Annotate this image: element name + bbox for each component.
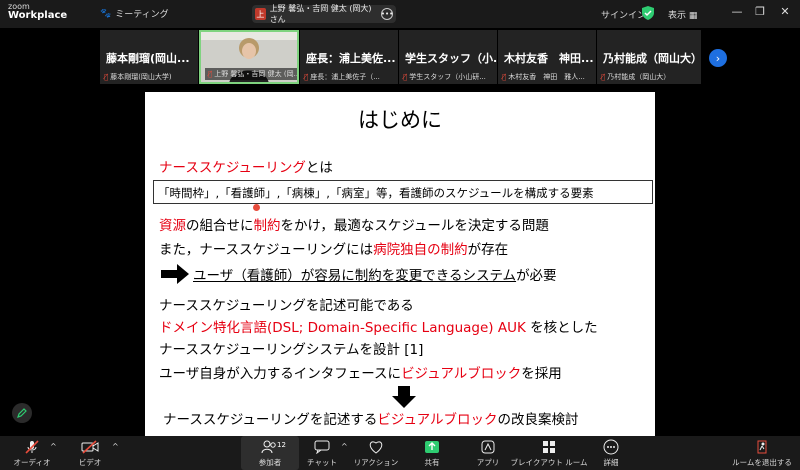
mic-muted-icon: 🎙̸ [601, 73, 606, 81]
paw-icon: 🐾 [100, 8, 112, 19]
share-button[interactable]: 共有 [402, 439, 462, 468]
signin-link[interactable]: サインイン [601, 8, 646, 21]
mic-muted-icon: 🎙̸ [304, 73, 309, 81]
participants-label: 参加者 [258, 458, 282, 467]
speaker-initial-avatar: 上 [255, 8, 266, 20]
participant-label: 🎙̸ 乃村能成（岡山大） [601, 73, 671, 81]
participants-button[interactable]: 参加者 12 [241, 436, 299, 470]
breakout-grid-icon [542, 439, 556, 455]
mic-muted-icon [24, 439, 40, 455]
grid-icon: ▦ [688, 11, 698, 21]
slide-title: はじめに [358, 108, 442, 132]
audio-caret-icon[interactable]: ^ [50, 442, 57, 451]
slide-line: ナーススケジューリングを記述可能である [159, 298, 414, 314]
apps-label: アプリ [476, 458, 500, 467]
audio-label: オーディオ [13, 458, 51, 467]
leave-label: ルームを退出する [732, 458, 792, 467]
slide-definition-box: 「時間枠」,「看護師」,「病棟」,「病室」等，看護師のスケジュールを構成する要素 [153, 180, 653, 204]
more-button[interactable]: 詳細 [581, 439, 641, 468]
participant-count-badge: 12 [277, 441, 286, 449]
mic-muted-icon: 🎙̸ [502, 73, 507, 81]
slide-line: ユーザ自身が入力するインタフェースにビジュアルブロックを採用 [159, 366, 562, 382]
active-speaker-pill[interactable]: 上 上野 馨弘・吉岡 健太 (岡大) さん ••• [252, 4, 396, 24]
slide-line: ナーススケジューリングを記述するビジュアルブロックの改良案検討 [163, 412, 579, 428]
participant-tile[interactable]: 乃村能成（岡山大） 🎙̸ 乃村能成（岡山大） [597, 30, 702, 84]
slide-line: また，ナーススケジューリングには病院独自の制約が存在 [159, 242, 509, 258]
annotate-button[interactable] [12, 403, 32, 423]
mic-muted-icon: 🎙̸ [104, 73, 109, 81]
more-options-icon[interactable]: ••• [381, 8, 393, 20]
participant-label: 🎙̸ 座長：浦上美佐子（... [304, 73, 380, 81]
next-page-button[interactable]: › [709, 49, 727, 67]
minimize-icon[interactable]: — [729, 5, 745, 18]
slide-line: ナーススケジューリングとは [159, 160, 333, 176]
slide-line: ユーザ（看護師）が容易に制約を変更できるシステムが必要 [193, 268, 557, 284]
chevron-right-icon: › [715, 51, 721, 65]
participant-tile[interactable]: 座長：浦上美佐... 🎙̸ 座長：浦上美佐子（... [300, 30, 398, 84]
participant-display-name: 座長：浦上美佐... [306, 52, 396, 65]
participant-display-name: 木村友香 神田... [504, 52, 594, 65]
heart-icon [368, 439, 384, 455]
participant-tile[interactable]: 学生スタッフ（小... 🎙̸ 学生スタッフ（小山研... [399, 30, 506, 84]
arrow-right-icon [161, 264, 189, 284]
leave-room-button[interactable]: ルームを退出する [726, 439, 798, 468]
chat-bubble-icon [314, 439, 330, 455]
meeting-label: ミーティング [115, 10, 169, 20]
more-dots-icon [603, 439, 619, 455]
mic-muted-icon: 🎙̸ [208, 70, 213, 78]
participant-strip: 藤本剛瑠(岡山... 🎙̸ 藤本剛瑠(岡山大学) 🎙̸ 上野 馨弘・吉岡 健太 (岡… [0, 28, 800, 86]
reactions-label: リアクション [353, 458, 399, 467]
shared-screen-area: はじめに ナーススケジューリングとは 「時間枠」,「看護師」,「病棟」,「病室」… [0, 86, 800, 436]
mic-muted-icon: 🎙̸ [403, 73, 408, 81]
leave-door-icon [754, 439, 770, 455]
participant-label: 🎙̸ 上野 馨弘・吉岡 健太 (岡... [205, 68, 297, 80]
slide-line: ナーススケジューリングシステムを設計 [1] [159, 342, 424, 358]
restore-icon[interactable]: ❐ [752, 5, 768, 18]
shared-slide: はじめに ナーススケジューリングとは 「時間枠」,「看護師」,「病棟」,「病室」… [145, 92, 655, 436]
participant-display-name: 藤本剛瑠(岡山... [106, 52, 190, 65]
video-label: ビデオ [78, 458, 102, 467]
participant-tile[interactable]: 藤本剛瑠(岡山... 🎙̸ 藤本剛瑠(岡山大学) [100, 30, 198, 84]
participant-label: 🎙̸ 学生スタッフ（小山研... [403, 73, 486, 81]
participants-button-inner: 参加者 [240, 439, 300, 468]
participant-display-name: 乃村能成（岡山大） [603, 52, 702, 65]
share-arrow-icon [424, 439, 440, 455]
laser-pointer-dot [253, 204, 260, 211]
participant-label: 🎙̸ 藤本剛瑠(岡山大学) [104, 73, 172, 81]
speaker-name: 上野 馨弘・吉岡 健太 (岡大) さん [269, 4, 372, 24]
meeting-menu-button[interactable]: 🐾 ミーティング [100, 7, 169, 21]
video-off-icon [81, 439, 99, 455]
more-label: 詳細 [603, 458, 619, 467]
breakout-label: ブレイクアウト ルーム [510, 458, 588, 467]
slide-line: 資源の組合せに制約をかけ，最適なスケジュールを決定する問題 [159, 218, 549, 234]
view-menu-button[interactable]: 表示 ▦ [668, 8, 697, 21]
breakout-rooms-button[interactable]: ブレイクアウト ルーム [511, 439, 588, 468]
chat-label: チャット [307, 458, 337, 467]
security-shield-icon[interactable] [642, 6, 654, 20]
video-caret-icon[interactable]: ^ [112, 442, 119, 451]
participant-display-name: 学生スタッフ（小... [405, 52, 506, 65]
apps-icon [481, 439, 495, 455]
pencil-icon [17, 408, 27, 418]
share-label: 共有 [424, 458, 440, 467]
view-label: 表示 [668, 11, 687, 21]
arrow-down-icon [392, 386, 416, 408]
app-logo: zoom Workplace [8, 3, 67, 21]
reactions-button[interactable]: リアクション [346, 439, 406, 468]
apps-button[interactable]: アプリ [458, 439, 518, 468]
title-bar: zoom Workplace 🐾 ミーティング 上 上野 馨弘・吉岡 健太 (岡… [0, 0, 800, 28]
slide-line: ドメイン特化言語(DSL; Domain-Specific Language) … [159, 320, 598, 336]
video-button[interactable]: ビデオ [60, 439, 120, 468]
logo-workplace-text: Workplace [8, 10, 68, 21]
participant-video-tile[interactable]: 🎙̸ 上野 馨弘・吉岡 健太 (岡... [199, 30, 299, 84]
participant-tile[interactable]: 木村友香 神田... 🎙̸ 木村友香 神田 雅人... [498, 30, 596, 84]
close-icon[interactable]: ✕ [777, 5, 793, 18]
participant-label: 🎙̸ 木村友香 神田 雅人... [502, 73, 585, 81]
